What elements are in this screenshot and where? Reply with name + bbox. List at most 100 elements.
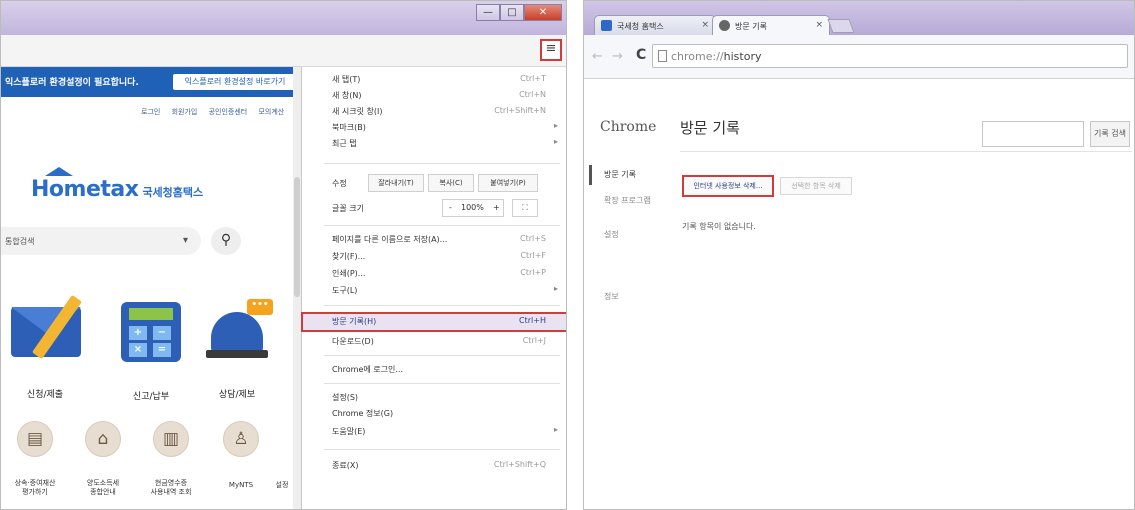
zoom-out-button[interactable]: -	[449, 203, 452, 212]
remove-selected-button[interactable]: 선택한 항목 삭제	[780, 177, 852, 195]
chevron-right-icon: ▸	[553, 121, 558, 130]
menu-item-shortcut: Ctrl+H	[519, 316, 546, 325]
menu-find[interactable]: 찾기(F)... Ctrl+F	[302, 248, 566, 264]
menu-new-window[interactable]: 새 창(N) Ctrl+N	[302, 87, 566, 103]
clear-browsing-data-button[interactable]: 인터넷 사용정보 삭제...	[682, 175, 774, 197]
menu-divider	[324, 305, 560, 306]
ie-settings-button[interactable]: 익스플로러 환경설정 바로가기	[173, 74, 297, 90]
history-favicon	[719, 20, 730, 31]
cut-button[interactable]: 잘라내기(T)	[368, 174, 424, 192]
transfer-tax-label[interactable]: 양도소득세 종합안내	[73, 479, 133, 497]
sidebar-selection-marker	[589, 165, 592, 185]
equals-key-icon: =	[153, 343, 171, 357]
cert-center-link[interactable]: 공인인증센터	[209, 108, 248, 116]
menu-help[interactable]: 도움말(E) ▸	[302, 423, 566, 439]
menu-bookmarks[interactable]: 북마크(B) ▸	[302, 119, 566, 135]
menu-item-shortcut: Ctrl+N	[519, 90, 546, 99]
menu-divider	[324, 225, 560, 226]
hometax-logo[interactable]: Hometax 국세청홈택스	[31, 167, 203, 202]
chrome-menu: 새 탭(T) Ctrl+T 새 창(N) Ctrl+N 새 시크릿 창(I) C…	[301, 67, 566, 509]
logo-roof-icon	[45, 167, 73, 176]
menu-save-page[interactable]: 페이지를 다른 이름으로 저장(A)... Ctrl+S	[302, 231, 566, 247]
close-window-button[interactable]: ✕	[524, 4, 562, 21]
url-scheme: chrome://	[671, 50, 724, 63]
mynts-label[interactable]: MyNTS	[211, 481, 271, 490]
chevron-down-icon[interactable]: ▾	[183, 235, 188, 246]
menu-item-label: Chrome에 로그인...	[332, 365, 403, 374]
sidebar-item-extensions[interactable]: 확장 프로그램	[604, 195, 651, 206]
page-icon	[658, 50, 667, 62]
sidebar-item-history[interactable]: 방문 기록	[604, 169, 636, 180]
title-bar: 국세청 홈택스 × 방문 기록 ×	[584, 1, 1134, 35]
url-text: chrome://history	[671, 50, 761, 63]
menu-item-label: 새 시크릿 창(I)	[332, 107, 383, 116]
cash-receipt-label[interactable]: 현금영수증 사용내역 조회	[141, 479, 201, 497]
service-consult-label[interactable]: 상담/제보	[197, 387, 277, 400]
menu-settings[interactable]: 설정(S)	[302, 389, 566, 405]
menu-history[interactable]: 방문 기록(H) Ctrl+H	[301, 312, 566, 332]
menu-item-label: 북마크(B)	[332, 123, 366, 132]
menu-item-label: 도움말(E)	[332, 427, 366, 436]
close-tab-icon[interactable]: ×	[701, 20, 709, 30]
document-icon[interactable]: ▤	[17, 421, 53, 457]
menu-divider	[324, 163, 560, 164]
integrated-search-input[interactable]: 통합검색 ▾	[1, 227, 201, 255]
person-icon[interactable]: ♙	[223, 421, 259, 457]
menu-item-shortcut: Ctrl+Shift+N	[494, 106, 546, 115]
forward-arrow-icon[interactable]: →	[612, 49, 623, 64]
sidebar-item-about[interactable]: 정보	[604, 291, 619, 302]
menu-item-label: 인쇄(P)...	[332, 269, 366, 278]
search-placeholder: 통합검색	[5, 237, 35, 246]
maximize-button[interactable]: □	[500, 4, 524, 21]
tab-history[interactable]: 방문 기록 ×	[712, 15, 830, 35]
header-divider	[680, 151, 1132, 152]
service-apply-label[interactable]: 신청/제출	[5, 387, 85, 400]
scrollbar-thumb[interactable]	[294, 177, 300, 297]
menu-print[interactable]: 인쇄(P)... Ctrl+P	[302, 265, 566, 281]
reload-icon[interactable]: C	[636, 47, 646, 63]
address-bar[interactable]: chrome://history	[652, 44, 1128, 68]
menu-new-tab[interactable]: 새 탭(T) Ctrl+T	[302, 71, 566, 87]
siren-icon[interactable]	[211, 312, 263, 352]
service-report-label[interactable]: 신고/납부	[111, 389, 191, 402]
close-tab-icon[interactable]: ×	[815, 20, 823, 30]
inheritance-label[interactable]: 상속·증여재산 평가하기	[5, 479, 65, 497]
menu-downloads[interactable]: 다운로드(D) Ctrl+J	[302, 333, 566, 349]
menu-recent-tabs[interactable]: 최근 탭 ▸	[302, 135, 566, 151]
menu-exit[interactable]: 종료(X) Ctrl+Shift+Q	[302, 457, 566, 473]
signup-link[interactable]: 회원가입	[172, 108, 198, 116]
history-search-button[interactable]: 기록 검색	[1090, 121, 1130, 147]
menu-item-label: 찾기(F)...	[332, 252, 366, 261]
menu-incognito-window[interactable]: 새 시크릿 창(I) Ctrl+Shift+N	[302, 103, 566, 119]
history-search-input[interactable]	[982, 121, 1084, 147]
transfer-tax-line2: 종합안내	[90, 488, 116, 496]
mock-calc-link[interactable]: 모의계산	[258, 108, 284, 116]
menu-about-chrome[interactable]: Chrome 정보(G)	[302, 405, 566, 421]
menu-item-label: 방문 기록(H)	[332, 317, 377, 326]
search-icon[interactable]: ⚲	[211, 227, 241, 255]
back-arrow-icon[interactable]: ←	[592, 49, 603, 64]
menu-item-label: 설정(S)	[332, 393, 359, 402]
cash-receipt-line2: 사용내역 조회	[150, 488, 192, 496]
zoom-in-button[interactable]: +	[493, 203, 500, 212]
menu-item-shortcut: Ctrl+S	[519, 234, 546, 243]
chrome-menu-button[interactable]: ≡	[540, 39, 562, 61]
menu-tools[interactable]: 도구(L) ▸	[302, 282, 566, 298]
receipt-icon[interactable]: ▥	[153, 421, 189, 457]
paste-button[interactable]: 붙여넣기(P)	[478, 174, 538, 192]
tab-hometax[interactable]: 국세청 홈택스 ×	[594, 15, 716, 35]
calculator-screen	[129, 308, 173, 320]
minimize-button[interactable]: —	[476, 4, 500, 21]
copy-button[interactable]: 복사(C)	[428, 174, 474, 192]
calculator-icon[interactable]: + − × =	[121, 302, 181, 362]
sidebar-item-settings[interactable]: 설정	[604, 229, 619, 240]
house-icon[interactable]: ⌂	[85, 421, 121, 457]
menu-divider	[324, 449, 560, 450]
hometax-browser-window: — □ ✕ ≡ 익스플로러 환경설정이 필요합니다. 익스플로러 환경설정 바로…	[0, 0, 567, 510]
zoom-control: - 100% +	[442, 199, 504, 217]
new-tab-button[interactable]	[827, 19, 855, 33]
chevron-right-icon: ▸	[553, 425, 558, 434]
login-link[interactable]: 로그인	[141, 108, 160, 116]
fullscreen-icon[interactable]: ⛶	[512, 199, 538, 217]
menu-signin[interactable]: Chrome에 로그인...	[302, 361, 566, 377]
